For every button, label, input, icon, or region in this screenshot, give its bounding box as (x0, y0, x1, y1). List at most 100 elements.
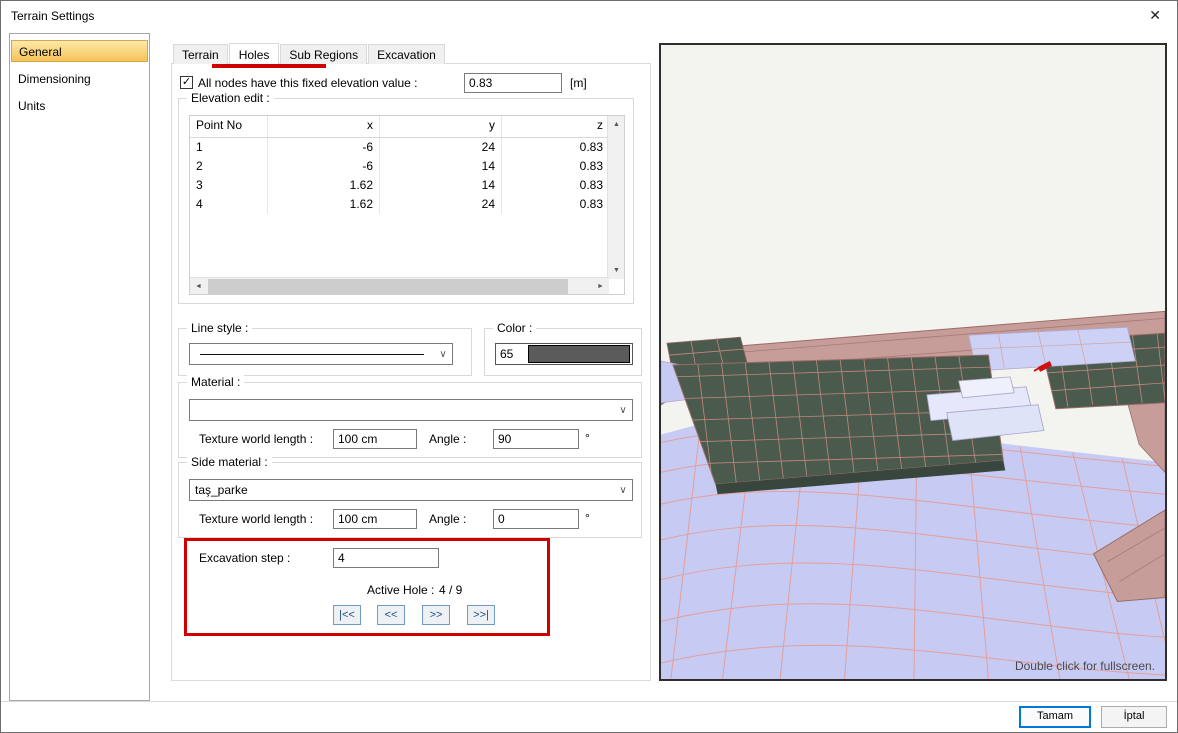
cell-x[interactable]: 1.62 (268, 195, 380, 214)
elevation-table-grid: Point No x y z 1 -6 24 0.83 2 -6 14 0.83… (190, 116, 609, 279)
side-material-angle-input[interactable] (493, 509, 579, 529)
sidebar-item-label: Dimensioning (18, 72, 91, 86)
first-hole-button[interactable]: |<< (333, 605, 361, 625)
holes-tab-panel: ✓ All nodes have this fixed elevation va… (171, 63, 651, 681)
tab-terrain[interactable]: Terrain (173, 44, 228, 64)
title-bar: Terrain Settings ✕ (1, 1, 1177, 31)
tab-excavation[interactable]: Excavation (368, 44, 445, 64)
horizontal-scrollbar[interactable]: ◄ ► (190, 277, 609, 294)
window-title: Terrain Settings (11, 9, 95, 23)
previous-hole-button[interactable]: << (377, 605, 405, 625)
cell-x[interactable]: -6 (268, 138, 380, 157)
tab-strip: Terrain Holes Sub Regions Excavation (173, 43, 446, 65)
active-hole-label: Active Hole : (367, 583, 435, 597)
terrain-settings-dialog: Terrain Settings ✕ General Dimensioning … (0, 0, 1178, 733)
tab-label: Holes (238, 48, 270, 62)
line-style-preview (200, 354, 424, 355)
cell-point-no[interactable]: 4 (190, 195, 268, 214)
elevation-table: Point No x y z 1 -6 24 0.83 2 -6 14 0.83… (189, 115, 625, 295)
sidebar-item-units[interactable]: Units (11, 95, 148, 117)
tab-label: Sub Regions (289, 48, 359, 62)
terrain-render (661, 45, 1165, 679)
fixed-elevation-unit: [m] (570, 76, 587, 90)
tab-holes[interactable]: Holes (228, 43, 280, 65)
cell-point-no[interactable]: 3 (190, 176, 268, 195)
col-header-z: z (597, 118, 603, 132)
sidebar-item-general[interactable]: General (11, 40, 148, 62)
material-texture-length-input[interactable] (333, 429, 417, 449)
fixed-elevation-input[interactable] (464, 73, 562, 93)
texture-length-label: Texture world length : (199, 432, 314, 446)
terrain-3d-preview[interactable]: Double click for fullscreen. (659, 43, 1167, 681)
annotation-tab-underline (212, 64, 326, 68)
last-hole-button[interactable]: >>| (467, 605, 495, 625)
col-header-y: y (380, 116, 502, 137)
cancel-button[interactable]: İptal (1101, 706, 1167, 728)
elevation-edit-title: Elevation edit : (187, 91, 274, 105)
cell-y[interactable]: 24 (380, 138, 502, 157)
sidebar: General Dimensioning Units (9, 33, 150, 701)
excavation-step-input[interactable] (333, 548, 439, 568)
color-swatch[interactable] (528, 345, 630, 363)
chevron-down-icon[interactable]: ∨ (434, 344, 452, 364)
excavation-step-label: Excavation step : (199, 551, 291, 565)
material-group: Material : ∨ Texture world length : Angl… (178, 375, 642, 458)
side-material-value: taş_parke (195, 483, 248, 497)
tab-sub-regions[interactable]: Sub Regions (280, 44, 368, 64)
close-icon[interactable]: ✕ (1149, 7, 1161, 24)
side-material-texture-length-input[interactable] (333, 509, 417, 529)
degree-symbol: ° (585, 431, 590, 445)
angle-label: Angle : (429, 512, 467, 526)
cell-point-no[interactable]: 1 (190, 138, 268, 157)
cell-point-no[interactable]: 2 (190, 157, 268, 176)
cell-y[interactable]: 24 (380, 195, 502, 214)
next-hole-button[interactable]: >> (422, 605, 450, 625)
horizontal-scroll-thumb[interactable] (208, 279, 568, 294)
fixed-elevation-checkbox[interactable]: ✓ (180, 76, 193, 89)
cell-z[interactable]: 0.83 (502, 138, 609, 157)
table-header-row: Point No x y z (190, 116, 609, 138)
vertical-scrollbar[interactable]: ▲ ▼ (607, 116, 624, 279)
line-style-title: Line style : (187, 321, 253, 335)
degree-symbol: ° (585, 511, 590, 525)
cell-y[interactable]: 14 (380, 176, 502, 195)
scroll-down-icon[interactable]: ▼ (608, 262, 625, 279)
scroll-right-icon[interactable]: ► (592, 278, 609, 295)
tab-label: Excavation (377, 48, 436, 62)
sidebar-item-label: General (19, 45, 62, 59)
cell-z[interactable]: 0.83 (502, 195, 609, 214)
annotation-box: Excavation step : Active Hole : 4 / 9 |<… (184, 538, 550, 636)
table-row: 1 -6 24 0.83 (190, 138, 609, 157)
angle-label: Angle : (429, 432, 467, 446)
texture-length-label: Texture world length : (199, 512, 314, 526)
color-index-value[interactable]: 65 (496, 344, 528, 364)
tab-label: Terrain (182, 48, 219, 62)
elevation-edit-group: Elevation edit : Point No x y z 1 -6 24 … (178, 91, 634, 304)
sidebar-item-dimensioning[interactable]: Dimensioning (11, 68, 148, 90)
material-combobox[interactable]: ∨ (189, 399, 633, 421)
col-header-x: x (268, 116, 380, 137)
fixed-elevation-label: All nodes have this fixed elevation valu… (198, 76, 418, 90)
line-style-combobox[interactable]: ∨ (189, 343, 453, 365)
side-material-title: Side material : (187, 455, 272, 469)
color-group: Color : 65 (484, 321, 642, 376)
active-hole-value: 4 / 9 (439, 583, 463, 597)
material-angle-input[interactable] (493, 429, 579, 449)
cell-x[interactable]: -6 (268, 157, 380, 176)
chevron-down-icon[interactable]: ∨ (614, 480, 632, 500)
scroll-up-icon[interactable]: ▲ (608, 116, 625, 133)
cell-x[interactable]: 1.62 (268, 176, 380, 195)
material-title: Material : (187, 375, 245, 389)
color-title: Color : (493, 321, 537, 335)
ok-button[interactable]: Tamam (1019, 706, 1091, 728)
cell-y[interactable]: 14 (380, 157, 502, 176)
side-material-combobox[interactable]: taş_parke ∨ (189, 479, 633, 501)
cell-z[interactable]: 0.83 (502, 157, 609, 176)
scroll-left-icon[interactable]: ◄ (190, 278, 207, 295)
chevron-down-icon[interactable]: ∨ (614, 400, 632, 420)
table-row: 3 1.62 14 0.83 (190, 176, 609, 195)
col-header-point-no: Point No (190, 116, 268, 137)
color-picker[interactable]: 65 (495, 343, 633, 365)
check-icon: ✓ (181, 76, 192, 88)
cell-z[interactable]: 0.83 (502, 176, 609, 195)
